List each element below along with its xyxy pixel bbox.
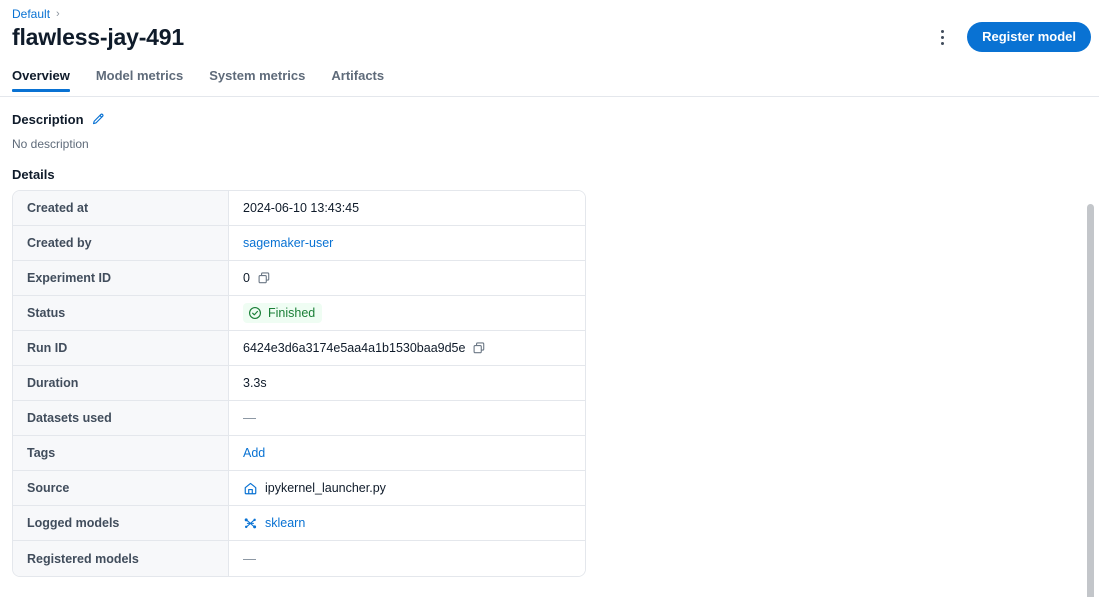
tab-system-metrics[interactable]: System metrics	[196, 68, 318, 92]
row-value-run-id: 6424e3d6a3174e5aa4a1b1530baa9d5e	[229, 331, 585, 365]
table-row: Created by sagemaker-user	[13, 226, 585, 261]
row-value-tags: Add	[229, 436, 585, 470]
experiment-id-value: 0	[243, 271, 250, 285]
table-row: Logged models sklearn	[13, 506, 585, 541]
created-by-link[interactable]: sagemaker-user	[243, 235, 333, 251]
row-value-registered-models: —	[229, 541, 585, 576]
run-id-value: 6424e3d6a3174e5aa4a1b1530baa9d5e	[243, 341, 466, 355]
tab-artifacts[interactable]: Artifacts	[318, 68, 397, 92]
kebab-dot	[940, 35, 944, 39]
row-label-created-at: Created at	[13, 191, 229, 225]
table-row: Status Finished	[13, 296, 585, 331]
source-value: ipykernel_launcher.py	[265, 481, 386, 495]
model-graph-icon	[244, 517, 257, 528]
created-at-value: 2024-06-10 13:43:45	[243, 201, 360, 215]
details-heading: Details	[12, 167, 55, 182]
row-label-source: Source	[13, 471, 229, 505]
row-label-experiment-id: Experiment ID	[13, 261, 229, 295]
copy-icon[interactable]	[257, 271, 271, 285]
table-row: Source ipykernel_launcher.py	[13, 471, 585, 506]
row-label-run-id: Run ID	[13, 331, 229, 365]
row-label-logged-models: Logged models	[13, 506, 229, 540]
table-row: Created at 2024-06-10 13:43:45	[13, 191, 585, 226]
registered-models-value: —	[243, 550, 256, 566]
row-label-tags: Tags	[13, 436, 229, 470]
row-value-source: ipykernel_launcher.py	[229, 471, 585, 505]
pencil-icon[interactable]	[91, 113, 105, 127]
kebab-dot	[940, 41, 944, 45]
table-row: Registered models —	[13, 541, 585, 576]
notebook-home-icon	[244, 482, 257, 494]
check-circle-icon	[249, 307, 261, 319]
details-table: Created at 2024-06-10 13:43:45 Created b…	[12, 190, 586, 577]
tab-overview[interactable]: Overview	[12, 68, 83, 92]
vertical-scrollbar-thumb[interactable]	[1087, 204, 1094, 597]
row-label-status: Status	[13, 296, 229, 330]
register-model-button[interactable]: Register model	[967, 22, 1091, 52]
logged-model-link[interactable]: sklearn	[265, 515, 305, 531]
chevron-right-icon: ›	[56, 8, 60, 20]
datasets-used-value: —	[243, 410, 256, 425]
row-label-duration: Duration	[13, 366, 229, 400]
run-details-page: Default › flawless-jay-491 Register mode…	[0, 0, 1099, 597]
breadcrumb: Default ›	[12, 6, 60, 22]
row-label-registered-models: Registered models	[13, 541, 229, 576]
vertical-scrollbar-track[interactable]	[1085, 98, 1097, 597]
add-tag-link[interactable]: Add	[243, 445, 265, 461]
more-actions-button[interactable]	[931, 22, 953, 52]
status-badge: Finished	[243, 303, 323, 323]
breadcrumb-item-default[interactable]: Default	[12, 6, 50, 22]
row-value-experiment-id: 0	[229, 261, 585, 295]
row-label-created-by: Created by	[13, 226, 229, 260]
description-header: Description	[12, 111, 105, 129]
tab-model-metrics[interactable]: Model metrics	[83, 68, 196, 92]
kebab-dot	[940, 29, 944, 33]
row-value-logged-models: sklearn	[229, 506, 585, 540]
row-value-datasets-used: —	[229, 401, 585, 435]
row-label-datasets-used: Datasets used	[13, 401, 229, 435]
table-row: Tags Add	[13, 436, 585, 471]
header-actions: Register model	[931, 22, 1091, 52]
status-label: Finished	[268, 306, 316, 320]
row-value-created-at: 2024-06-10 13:43:45	[229, 191, 585, 225]
page-title: flawless-jay-491	[12, 24, 184, 50]
copy-icon[interactable]	[472, 341, 486, 355]
duration-value: 3.3s	[243, 376, 267, 390]
table-row: Experiment ID 0	[13, 261, 585, 296]
description-heading: Description	[12, 112, 84, 127]
table-row: Datasets used —	[13, 401, 585, 436]
table-row: Duration 3.3s	[13, 366, 585, 401]
row-value-created-by: sagemaker-user	[229, 226, 585, 260]
table-row: Run ID 6424e3d6a3174e5aa4a1b1530baa9d5e	[13, 331, 585, 366]
row-value-status: Finished	[229, 296, 585, 330]
row-value-duration: 3.3s	[229, 366, 585, 400]
tab-divider	[0, 96, 1099, 97]
description-empty-text: No description	[12, 137, 89, 151]
tab-bar: Overview Model metrics System metrics Ar…	[12, 68, 397, 92]
